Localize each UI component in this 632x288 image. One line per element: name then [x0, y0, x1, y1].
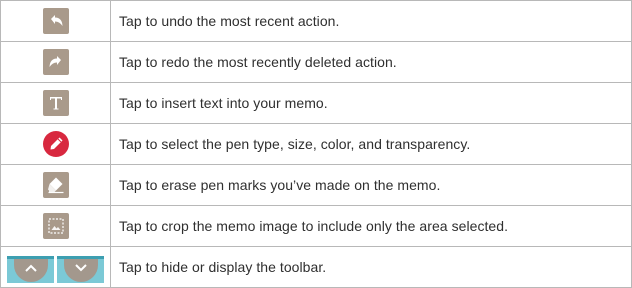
pen-icon — [42, 130, 70, 158]
icon-cell — [0, 246, 111, 288]
undo-icon — [42, 8, 69, 34]
icon-cell — [0, 82, 111, 124]
icon-cell — [0, 164, 111, 206]
table-row: Tap to hide or display the toolbar. — [0, 246, 632, 288]
redo-icon — [42, 49, 69, 75]
description: Tap to hide or display the toolbar. — [110, 246, 632, 288]
icon-cell — [0, 0, 111, 42]
chevron-down-icon — [57, 255, 104, 283]
table-row: Tap to redo the most recently deleted ac… — [0, 41, 632, 83]
icon-cell — [0, 205, 111, 247]
table-row: Tap to undo the most recent action. — [0, 0, 632, 42]
crop-icon — [42, 213, 69, 239]
description: Tap to redo the most recently deleted ac… — [110, 41, 632, 83]
chevron-up-icon — [7, 255, 54, 283]
table-row: Tap to insert text into your memo. — [0, 82, 632, 124]
description: Tap to select the pen type, size, color,… — [110, 123, 632, 165]
icon-cell — [0, 41, 111, 83]
table-row: Tap to crop the memo image to include on… — [0, 205, 632, 247]
icon-cell — [0, 123, 111, 165]
text-icon — [42, 90, 69, 116]
description: Tap to insert text into your memo. — [110, 82, 632, 124]
eraser-icon — [42, 172, 69, 198]
description: Tap to erase pen marks you’ve made on th… — [110, 164, 632, 206]
table-row: Tap to erase pen marks you’ve made on th… — [0, 164, 632, 206]
description: Tap to crop the memo image to include on… — [110, 205, 632, 247]
icon-reference-table: Tap to undo the most recent action. Tap … — [0, 0, 632, 288]
description: Tap to undo the most recent action. — [110, 0, 632, 42]
toolbar-toggle-icons — [7, 255, 104, 283]
table-row: Tap to select the pen type, size, color,… — [0, 123, 632, 165]
